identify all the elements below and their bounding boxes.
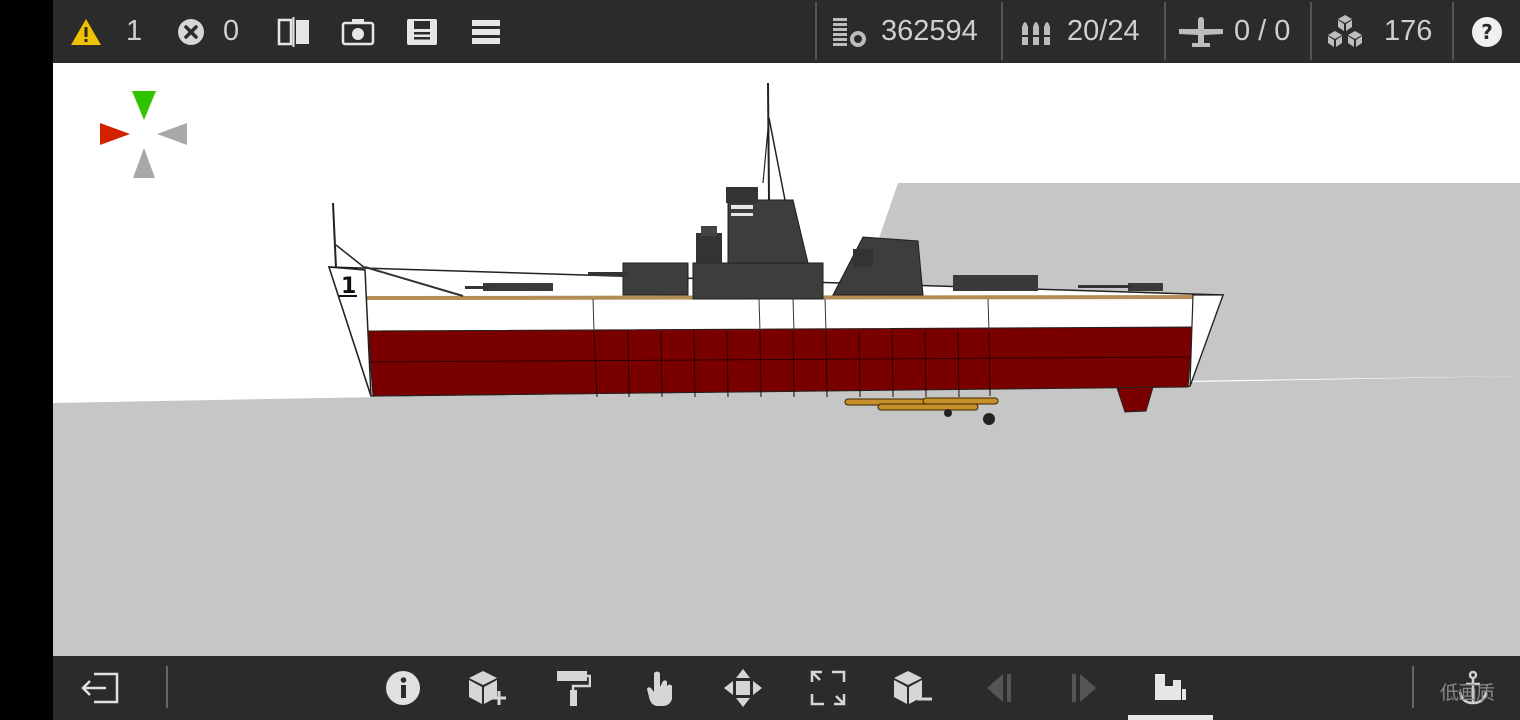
exit-icon bbox=[80, 671, 120, 705]
parts-stat: 176 bbox=[1326, 0, 1432, 63]
camera-icon bbox=[341, 18, 375, 46]
prev-icon bbox=[985, 672, 1015, 704]
parts-value: 176 bbox=[1384, 15, 1433, 47]
weapons-stat: 20/24 bbox=[1019, 0, 1140, 63]
ammo-icon bbox=[1019, 17, 1053, 47]
paint-button[interactable] bbox=[548, 656, 598, 720]
prev-button[interactable] bbox=[975, 656, 1025, 720]
screenshot-button[interactable] bbox=[341, 0, 375, 63]
resize-button[interactable] bbox=[803, 656, 853, 720]
move-icon bbox=[723, 668, 763, 708]
add-part-button[interactable] bbox=[463, 656, 513, 720]
menu-icon bbox=[471, 18, 501, 46]
mirror-button[interactable] bbox=[277, 0, 311, 63]
info-button[interactable] bbox=[378, 656, 428, 720]
top-toolbar: 1 0 362594 20/24 0 / 0 176 ? bbox=[53, 0, 1520, 63]
remove-part-button[interactable] bbox=[888, 656, 938, 720]
warnings-indicator[interactable]: 1 bbox=[70, 0, 142, 63]
move-button[interactable] bbox=[718, 656, 768, 720]
weapons-value: 20/24 bbox=[1067, 15, 1140, 47]
select-hand-icon bbox=[644, 669, 676, 707]
warnings-count: 1 bbox=[126, 15, 143, 47]
info-icon bbox=[385, 670, 421, 706]
editor-viewport[interactable]: 1 bbox=[53, 63, 1520, 656]
help-icon: ? bbox=[1471, 16, 1503, 48]
remove-part-icon bbox=[892, 669, 934, 707]
separator bbox=[1452, 2, 1454, 60]
warning-icon bbox=[70, 17, 102, 47]
help-button[interactable]: ? bbox=[1471, 0, 1503, 63]
quality-label[interactable]: 低画质 bbox=[1440, 678, 1495, 705]
separator bbox=[1310, 2, 1312, 60]
errors-indicator[interactable]: 0 bbox=[177, 0, 239, 63]
cost-stat: 362594 bbox=[831, 0, 978, 63]
paint-roller-icon bbox=[555, 669, 591, 707]
separator bbox=[1412, 666, 1414, 708]
viewport-scene: 1 bbox=[53, 82, 1520, 656]
separator bbox=[815, 2, 817, 60]
airplane-icon bbox=[1178, 15, 1224, 49]
aircraft-stat: 0 / 0 bbox=[1178, 0, 1290, 63]
errors-count: 0 bbox=[223, 15, 240, 47]
separator bbox=[1164, 2, 1166, 60]
save-icon bbox=[406, 18, 438, 46]
exit-button[interactable] bbox=[75, 656, 125, 720]
separator bbox=[166, 666, 168, 708]
select-button[interactable] bbox=[635, 656, 685, 720]
add-part-icon bbox=[467, 669, 509, 707]
separator bbox=[1001, 2, 1003, 60]
sea-plane bbox=[53, 376, 1520, 656]
seat-view-icon bbox=[1153, 671, 1187, 705]
coins-icon bbox=[831, 16, 867, 48]
axis-gizmo bbox=[100, 91, 187, 178]
aircraft-value: 0 / 0 bbox=[1234, 15, 1291, 47]
error-icon bbox=[177, 18, 205, 46]
cubes-icon bbox=[1326, 14, 1364, 50]
active-tool-underline bbox=[1128, 715, 1213, 720]
svg-text:?: ? bbox=[1481, 20, 1493, 44]
bottom-toolbar bbox=[53, 656, 1520, 720]
save-button[interactable] bbox=[406, 0, 438, 63]
next-icon bbox=[1068, 672, 1098, 704]
mirror-icon bbox=[277, 16, 311, 47]
menu-button[interactable] bbox=[471, 0, 501, 63]
next-button[interactable] bbox=[1058, 656, 1108, 720]
seat-view-button[interactable] bbox=[1145, 656, 1195, 720]
cost-value: 362594 bbox=[881, 15, 978, 47]
resize-icon bbox=[810, 670, 846, 706]
left-black-strip bbox=[0, 0, 53, 720]
